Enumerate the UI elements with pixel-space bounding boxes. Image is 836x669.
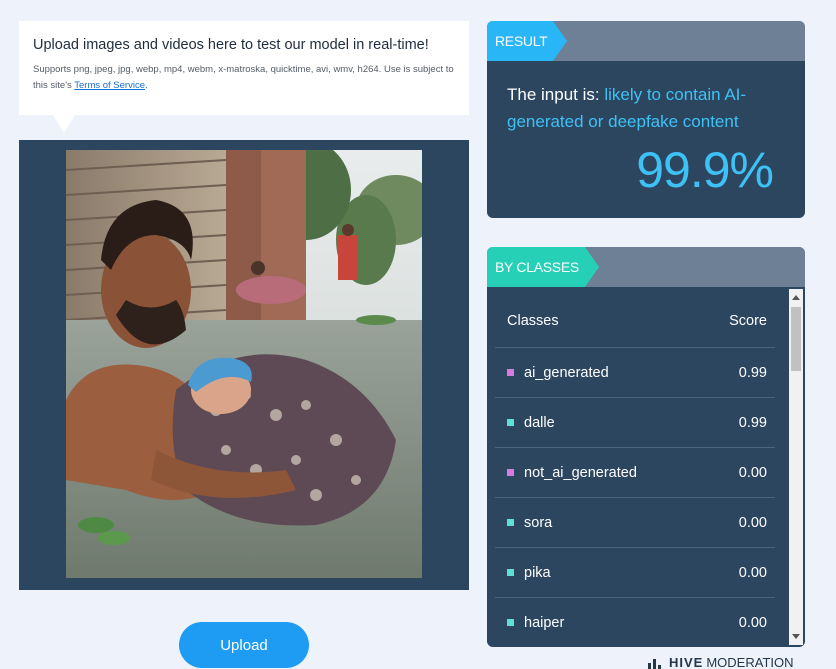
uploaded-image <box>66 150 422 578</box>
classes-scrollbar[interactable] <box>789 289 803 645</box>
brand-logo: HIVE MODERATION <box>648 655 794 669</box>
class-score: 0.00 <box>738 514 767 531</box>
class-name: dalle <box>524 414 555 431</box>
class-score: 0.99 <box>738 364 767 381</box>
classes-table: Classes Score ai_generated 0.99 dalle 0.… <box>495 301 775 647</box>
support-text-end: . <box>145 80 148 91</box>
terms-of-service-link[interactable]: Terms of Service <box>74 80 145 91</box>
class-name: pika <box>524 564 551 581</box>
supported-formats-text: Supports png, jpeg, jpg, webp, mp4, webm… <box>33 62 455 94</box>
classes-table-header: Classes Score <box>495 301 775 348</box>
upload-info-card: Upload images and videos here to test ou… <box>19 21 469 133</box>
class-color-swatch <box>507 419 514 426</box>
class-score: 0.99 <box>738 414 767 431</box>
result-text: The input is: likely to contain AI-gener… <box>507 81 777 135</box>
scroll-thumb[interactable] <box>791 307 801 371</box>
class-score: 0.00 <box>738 564 767 581</box>
classes-header: BY CLASSES <box>487 247 805 287</box>
class-row: haiper 0.00 <box>495 598 775 647</box>
class-color-swatch <box>507 519 514 526</box>
result-tag: RESULT <box>487 21 568 61</box>
class-score: 0.00 <box>738 614 767 631</box>
classes-column-header: Classes <box>507 313 559 329</box>
class-row: sora 0.00 <box>495 498 775 548</box>
brand-suffix: MODERATION <box>706 655 794 669</box>
class-name: sora <box>524 514 553 531</box>
class-color-swatch <box>507 569 514 576</box>
result-panel: RESULT The input is: likely to contain A… <box>487 21 805 218</box>
class-color-swatch <box>507 619 514 626</box>
classes-panel: BY CLASSES Classes Score ai_generated 0.… <box>487 247 805 647</box>
score-column-header: Score <box>729 313 767 329</box>
result-score: 99.9% <box>636 142 774 198</box>
scroll-up-arrow-icon[interactable] <box>792 295 800 300</box>
classes-tag: BY CLASSES <box>487 247 599 287</box>
media-preview-panel <box>19 140 469 590</box>
upload-title: Upload images and videos here to test ou… <box>33 37 429 53</box>
scroll-down-arrow-icon[interactable] <box>792 634 800 639</box>
brand-name: HIVE <box>669 655 704 669</box>
class-name: ai_generated <box>524 364 609 381</box>
class-row: dalle 0.99 <box>495 398 775 448</box>
class-score: 0.00 <box>738 464 767 481</box>
result-header: RESULT <box>487 21 805 61</box>
class-row: pika 0.00 <box>495 548 775 598</box>
hive-logo-icon <box>648 658 663 669</box>
class-name: haiper <box>524 614 565 631</box>
result-prefix: The input is: <box>507 85 605 104</box>
class-row: ai_generated 0.99 <box>495 348 775 398</box>
class-name: not_ai_generated <box>524 464 637 481</box>
class-color-swatch <box>507 469 514 476</box>
upload-button[interactable]: Upload <box>179 622 309 668</box>
class-color-swatch <box>507 369 514 376</box>
class-row: not_ai_generated 0.00 <box>495 448 775 498</box>
